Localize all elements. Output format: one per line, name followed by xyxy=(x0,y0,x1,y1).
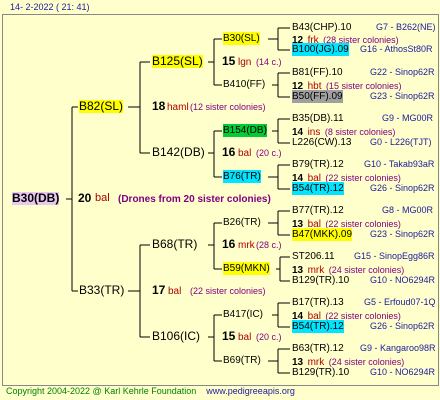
sister-colony-count: (28 c.) xyxy=(256,240,282,250)
sister-colony-count: (14 c.) xyxy=(256,57,282,67)
ancestor-parents: G23 - Sinop62R xyxy=(370,229,435,239)
ancestor-parents: G26 - Sinop62R xyxy=(370,321,435,331)
ancestor-label[interactable]: B129(TR).10 xyxy=(292,366,349,379)
ancestor-parents: G8 - MG00R xyxy=(382,205,434,215)
ancestor-label[interactable]: B77(TR).12 xyxy=(292,204,344,217)
queen-label[interactable]: B142(DB) xyxy=(152,146,205,159)
generation-number: 15 xyxy=(222,54,236,68)
queen-label[interactable]: B125(SL) xyxy=(152,55,203,68)
gender-code: bal xyxy=(238,148,252,159)
ancestor-label[interactable]: B17(TR).13 xyxy=(292,296,344,309)
generation-number: 15 xyxy=(222,329,236,343)
ancestor-parents: G9 - Kangaroo98R xyxy=(360,343,436,353)
gender-code: mrk xyxy=(238,240,255,251)
gender-code: lgn xyxy=(238,57,252,68)
generation-number: 17 xyxy=(152,283,166,297)
sister-colony-count: (12 sister colonies) xyxy=(190,102,266,112)
ancestor-parents: G0 - L226(TJT) xyxy=(370,137,432,147)
ancestor-parents: G23 - Sinop62R xyxy=(370,91,435,101)
ancestor-label[interactable]: B35(DB).11 xyxy=(292,112,344,125)
sister-colony-count: (20 c.) xyxy=(256,332,282,342)
ancestor-parents: G10 - Takab93aR xyxy=(364,159,435,169)
website-link[interactable]: www.pedigreeapis.org xyxy=(206,386,295,396)
ancestor-label[interactable]: L226(CW).13 xyxy=(292,136,351,149)
copyright-text: Copyright 2004-2022 @ Karl Kehrle Founda… xyxy=(6,386,197,396)
queen-label[interactable]: B33(TR) xyxy=(79,284,124,297)
sister-colony-count: (22 sister colonies) xyxy=(190,286,266,296)
root-gender-code: bal xyxy=(95,192,110,204)
sister-colony-count: (20 c.) xyxy=(256,148,282,158)
generation-number: 16 xyxy=(222,145,236,159)
queen-label[interactable]: B82(SL) xyxy=(79,100,124,113)
ancestor-label[interactable]: B100(JG).09 xyxy=(292,43,349,56)
queen-label[interactable]: B69(TR) xyxy=(223,354,261,367)
generation-number: 18 xyxy=(152,99,166,113)
root-colony-label[interactable]: B30(DB) xyxy=(12,192,60,205)
queen-label[interactable]: B410(FF) xyxy=(223,78,265,91)
queen-label[interactable]: B417(IC) xyxy=(223,308,263,321)
gender-code: bal xyxy=(238,332,252,343)
queen-label[interactable]: B26(TR) xyxy=(223,216,261,229)
ancestor-label[interactable]: B50(FF).09 xyxy=(292,90,343,103)
ancestor-parents: G9 - MG00R xyxy=(382,113,434,123)
ancestor-label[interactable]: B81(FF).10 xyxy=(292,66,343,79)
ancestor-parents: G7 - B262(NE) xyxy=(376,22,436,32)
ancestor-label[interactable]: B54(TR).12 xyxy=(292,320,344,333)
drones-note: (Drones from 20 sister colonies) xyxy=(118,194,271,205)
ancestor-parents: G10 - NO6294R xyxy=(370,367,436,377)
queen-label[interactable]: B68(TR) xyxy=(152,238,197,251)
footer: Copyright 2004-2022 @ Karl Kehrle Founda… xyxy=(6,386,295,396)
ancestor-parents: G15 - SinopEgg86R xyxy=(354,251,435,261)
ancestor-label[interactable]: B129(TR).10 xyxy=(292,274,349,287)
ancestor-parents: G5 - Erfoud07-1Q xyxy=(364,297,436,307)
ancestor-label[interactable]: B63(TR).12 xyxy=(292,342,344,355)
queen-label[interactable]: B154(DB) xyxy=(223,124,267,137)
gender-code: bal xyxy=(168,286,182,297)
queen-label[interactable]: B106(IC) xyxy=(152,330,200,343)
gender-code: haml xyxy=(167,102,189,113)
ancestor-label[interactable]: B79(TR).12 xyxy=(292,158,344,171)
ancestor-label[interactable]: B43(CHP).10 xyxy=(292,21,351,34)
queen-label[interactable]: B59(MKN) xyxy=(223,262,270,275)
ancestor-label[interactable]: ST206.11 xyxy=(292,250,335,263)
ancestor-parents: G26 - Sinop62R xyxy=(370,183,435,193)
ancestor-parents: G22 - Sinop62R xyxy=(370,67,435,77)
ancestor-label[interactable]: B47(MKK).09 xyxy=(292,228,353,241)
ancestor-parents: G16 - AthosSt80R xyxy=(360,44,433,54)
ancestor-label[interactable]: B54(TR).12 xyxy=(292,182,344,195)
queen-label[interactable]: B30(SL) xyxy=(223,32,260,45)
ancestor-parents: G10 - NO6294R xyxy=(370,275,436,285)
root-generation-number: 20 xyxy=(78,191,92,205)
queen-label[interactable]: B76(TR) xyxy=(223,170,261,183)
generation-number: 16 xyxy=(222,237,236,251)
